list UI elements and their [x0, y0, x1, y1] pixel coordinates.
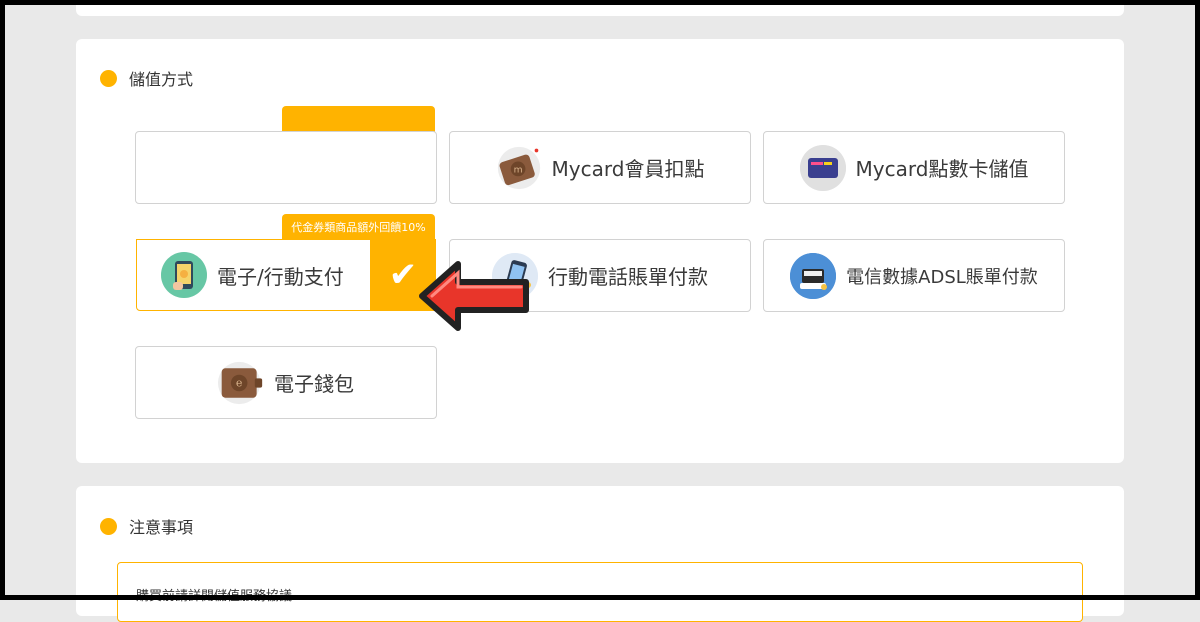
option-label: 電子/行動支付	[217, 264, 344, 289]
option-label: 電信數據ADSL賬單付款	[846, 266, 1038, 288]
payment-option-ewallet[interactable]: e 電子錢包	[135, 346, 437, 419]
payment-option-blank[interactable]	[135, 131, 437, 204]
option-label: Mycard點數卡儲值	[855, 157, 1029, 181]
payment-option-mycard-card[interactable]: Mycard點數卡儲值	[763, 131, 1065, 204]
promo-tab: 代金券類商品額外回饋10%	[282, 214, 435, 240]
notice-box: 購買前請詳閱儲值服務協議	[117, 562, 1083, 622]
methods-section-title: 儲值方式	[100, 66, 193, 90]
option-label: Mycard會員扣點	[551, 157, 705, 181]
payment-option-mycard-member[interactable]: m Mycard會員扣點	[449, 131, 751, 204]
section-dot-icon	[100, 517, 117, 535]
svg-text:m: m	[513, 164, 522, 175]
wallet-e-icon: e	[218, 360, 264, 406]
option-tab	[282, 106, 435, 134]
methods-title-text: 儲值方式	[129, 70, 194, 89]
option-label: 電子錢包	[274, 372, 354, 396]
section-dot-icon	[100, 69, 117, 87]
payment-option-adsl-bill[interactable]: 電信數據ADSL賬單付款	[763, 239, 1065, 312]
notice-text: 購買前請詳閱儲值服務協議	[136, 589, 293, 604]
notes-section-title: 注意事項	[100, 514, 193, 538]
top-card	[76, 0, 1124, 16]
wallet-m-icon: m	[496, 145, 542, 191]
red-arrow-icon	[418, 258, 534, 338]
router-icon	[790, 252, 837, 299]
svg-text:e: e	[236, 376, 243, 389]
payment-option-epay[interactable]: 電子/行動支付 ✔	[136, 239, 436, 311]
phone-pay-icon	[161, 252, 207, 298]
mycard-card-icon	[799, 144, 846, 191]
option-label: 行動電話賬單付款	[548, 265, 708, 289]
notes-title-text: 注意事項	[129, 518, 194, 537]
promo-text: 代金券類商品額外回饋10%	[291, 221, 426, 234]
